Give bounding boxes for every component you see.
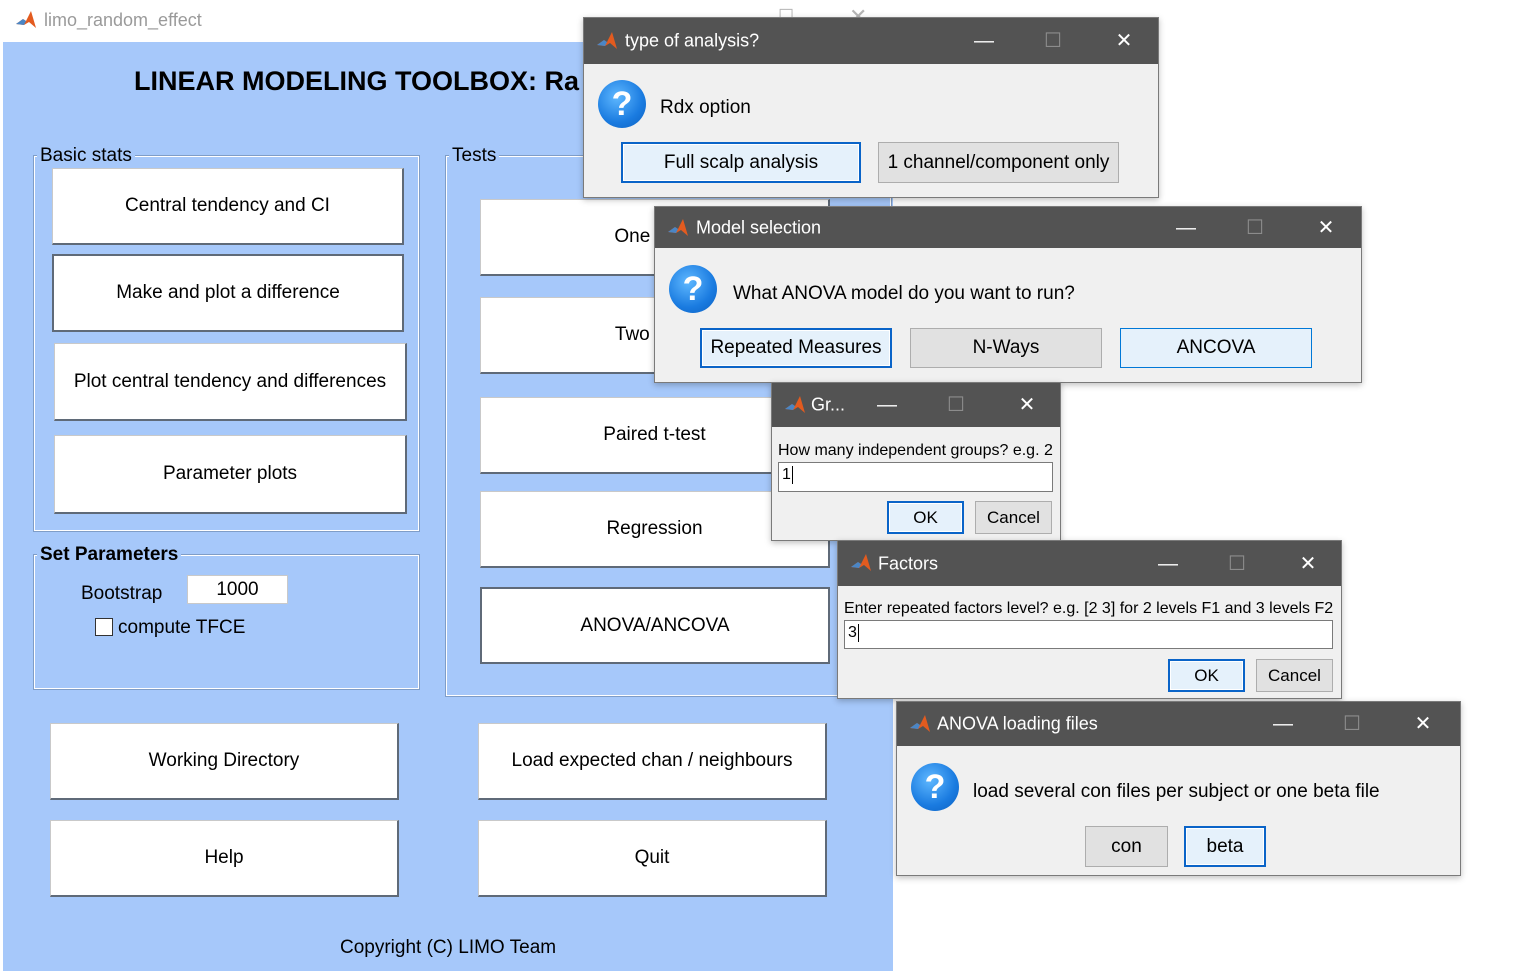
ok-button[interactable]: OK: [887, 501, 964, 534]
parameter-plots-button[interactable]: Parameter plots: [54, 435, 407, 514]
close-icon[interactable]: ✕: [1312, 218, 1340, 238]
tfce-label: compute TFCE: [118, 617, 246, 638]
minimize-icon[interactable]: —: [1172, 218, 1200, 238]
minimize-icon[interactable]: —: [1154, 554, 1182, 574]
anova-ancova-button[interactable]: ANOVA/ANCOVA: [480, 587, 830, 664]
main-window-title: limo_random_effect: [44, 10, 202, 30]
factors-dialog: Factors — ☐ ✕ Enter repeated factors lev…: [837, 540, 1342, 699]
tfce-checkbox[interactable]: [95, 618, 113, 636]
central-tendency-button[interactable]: Central tendency and CI: [52, 168, 404, 245]
ancova-button[interactable]: ANCOVA: [1120, 328, 1312, 368]
one-channel-button[interactable]: 1 channel/component only: [878, 142, 1119, 183]
minimize-icon[interactable]: —: [1269, 714, 1297, 734]
matlab-icon: [851, 554, 871, 571]
set-parameters-label: Set Parameters: [37, 544, 182, 566]
dialog-question: Rdx option: [660, 97, 751, 118]
dialog-title: Factors: [878, 553, 939, 573]
basic-stats-label: Basic stats: [37, 145, 135, 167]
bootstrap-input[interactable]: 1000: [187, 575, 288, 604]
close-icon[interactable]: ✕: [1294, 554, 1322, 574]
dialog-title: type of analysis?: [625, 30, 760, 51]
copyright-text: Copyright (C) LIMO Team: [340, 937, 557, 958]
dialog-title-bar: Gr... — ☐ ✕: [772, 383, 1060, 427]
help-button[interactable]: Help: [50, 820, 399, 897]
factors-prompt: Enter repeated factors level? e.g. [2 3]…: [844, 600, 1334, 617]
plot-central-tendency-button[interactable]: Plot central tendency and differences: [54, 343, 407, 421]
bootstrap-label: Bootstrap: [81, 583, 163, 604]
con-button[interactable]: con: [1085, 826, 1168, 867]
question-icon: ?: [669, 265, 717, 313]
n-ways-button[interactable]: N-Ways: [910, 328, 1102, 368]
make-difference-button[interactable]: Make and plot a difference: [52, 254, 404, 332]
cancel-button[interactable]: Cancel: [975, 501, 1052, 534]
dialog-title-bar: ANOVA loading files — ☐ ✕: [897, 702, 1460, 746]
dialog-title: Model selection: [696, 217, 822, 237]
minimize-icon[interactable]: —: [873, 395, 901, 415]
dialog-title-bar: Factors — ☐ ✕: [838, 541, 1341, 586]
groups-prompt: How many independent groups? e.g. 2: [778, 442, 1053, 459]
dialog-question: What ANOVA model do you want to run?: [733, 283, 1075, 304]
quit-button[interactable]: Quit: [478, 820, 827, 897]
matlab-icon: [910, 715, 930, 732]
dialog-title: Gr...: [811, 394, 846, 415]
repeated-measures-button[interactable]: Repeated Measures: [700, 328, 892, 368]
full-scalp-analysis-button[interactable]: Full scalp analysis: [621, 142, 861, 183]
matlab-icon: [16, 11, 36, 28]
groups-input[interactable]: 1: [778, 462, 1053, 492]
factors-input[interactable]: 3: [844, 620, 1333, 649]
close-icon[interactable]: ✕: [1409, 714, 1437, 734]
cancel-button[interactable]: Cancel: [1256, 659, 1333, 692]
factors-input-value: 3: [848, 624, 857, 642]
question-icon: ?: [911, 763, 959, 811]
close-icon[interactable]: ✕: [1110, 31, 1138, 51]
matlab-icon: [597, 32, 617, 49]
tests-label: Tests: [449, 145, 500, 167]
groups-dialog: Gr... — ☐ ✕ How many independent groups?…: [771, 382, 1061, 541]
maximize-icon[interactable]: ☐: [942, 395, 970, 415]
type-of-analysis-dialog: type of analysis? — ☐ ✕ ? Rdx option Ful…: [583, 17, 1159, 198]
matlab-icon: [785, 396, 805, 413]
groups-input-value: 1: [782, 466, 791, 484]
minimize-icon[interactable]: —: [970, 31, 998, 51]
close-icon[interactable]: ✕: [1013, 395, 1041, 415]
matlab-icon: [668, 219, 688, 236]
maximize-icon[interactable]: ☐: [1223, 554, 1251, 574]
dialog-title-bar: Model selection — ☐ ✕: [655, 207, 1361, 248]
load-chan-neighbours-button[interactable]: Load expected chan / neighbours: [478, 723, 827, 800]
maximize-icon[interactable]: ☐: [1338, 714, 1366, 734]
model-selection-dialog: Model selection — ☐ ✕ ? What ANOVA model…: [654, 206, 1362, 383]
ok-button[interactable]: OK: [1168, 659, 1245, 692]
dialog-title: ANOVA loading files: [937, 713, 1098, 734]
maximize-icon[interactable]: ☐: [1039, 31, 1067, 51]
beta-button[interactable]: beta: [1184, 826, 1266, 867]
working-directory-button[interactable]: Working Directory: [50, 723, 399, 800]
anova-loading-files-dialog: ANOVA loading files — ☐ ✕ ? load several…: [896, 701, 1461, 876]
question-icon: ?: [598, 80, 646, 128]
maximize-icon[interactable]: ☐: [1241, 218, 1269, 238]
toolbox-heading: LINEAR MODELING TOOLBOX: Ra: [134, 66, 580, 96]
dialog-title-bar: type of analysis? — ☐ ✕: [584, 18, 1158, 64]
dialog-question: load several con files per subject or on…: [973, 781, 1380, 802]
